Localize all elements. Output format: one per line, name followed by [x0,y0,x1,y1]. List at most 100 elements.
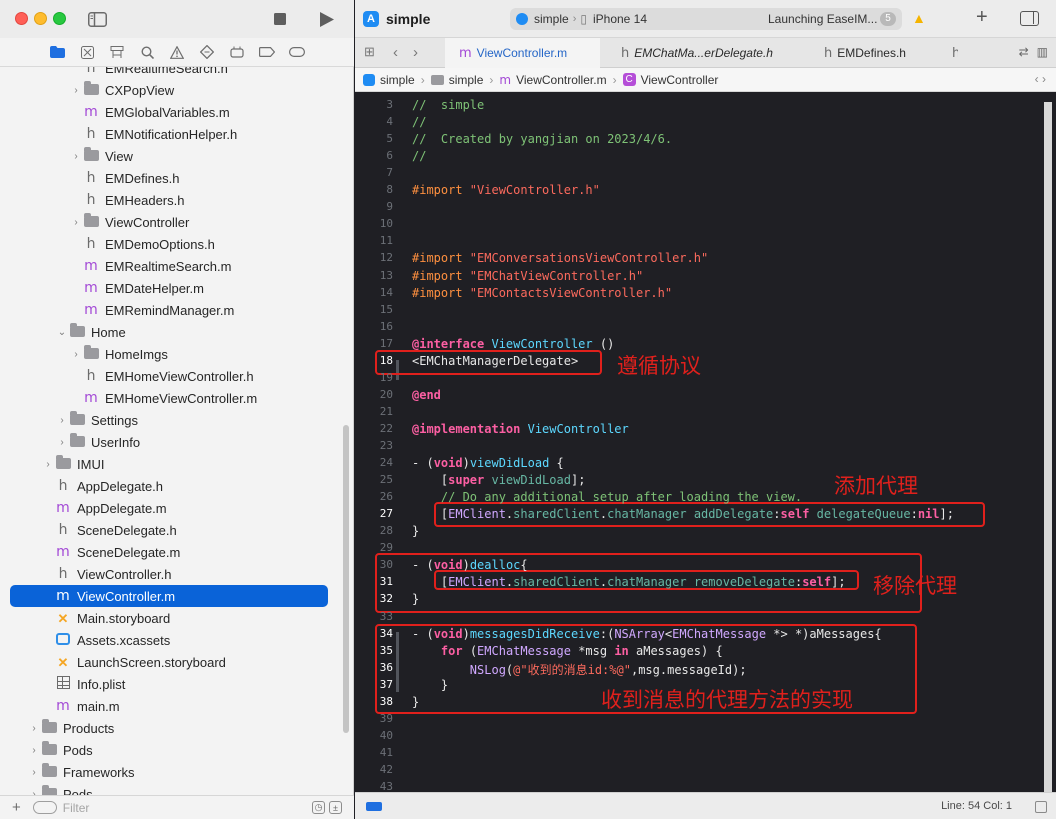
file-tree-row[interactable]: h EMNotificationHelper.h [0,123,342,145]
file-tree-row[interactable]: Assets.xcassets [0,629,342,651]
code-line[interactable]: - (void)dealloc{ [412,558,528,572]
chevron-right-icon[interactable]: › [70,217,82,228]
sidebar-toggle-icon[interactable] [86,9,108,29]
code-line[interactable]: // [412,115,426,129]
recent-files-icon[interactable]: ◷ [312,801,325,814]
file-tree-row[interactable]: › Pods [0,739,342,761]
file-tree-row[interactable]: m EMRealtimeSearch.m [0,255,342,277]
filter-options-icon[interactable] [32,801,57,814]
file-tree-row[interactable]: › View [0,145,342,167]
file-tree-row[interactable]: ✕ Main.storyboard [0,607,342,629]
code-line[interactable]: } [412,524,419,538]
scheme-and-activity-bar[interactable]: simple › ▯ iPhone 14 Launching EaseIM...… [510,8,902,30]
code-line[interactable]: } [412,678,448,692]
project-navigator-folder-icon[interactable] [49,44,65,60]
code-line[interactable]: #import "EMChatViewController.h" [412,269,643,283]
issue-navigation-arrows[interactable]: ‹ › [1035,72,1046,86]
code-line[interactable]: } [412,592,419,606]
file-tree-row[interactable]: m EMRemindManager.m [0,299,342,321]
code-line[interactable]: @implementation ViewController [412,422,629,436]
related-items-icon[interactable]: ⊞ [364,44,375,60]
layout-toggle-icon[interactable] [1035,801,1047,813]
inspector-toggle-icon[interactable] [1020,11,1039,26]
chevron-right-icon[interactable]: › [70,151,82,162]
file-tree-row[interactable]: › Pods [0,783,342,795]
file-tree-row[interactable]: › Settings [0,409,342,431]
jumpbar-symbol[interactable]: ViewController [641,73,719,87]
file-tree-row[interactable]: › CXPopView [0,79,342,101]
report-navigator-icon[interactable] [289,44,305,60]
code-line[interactable]: #import "EMContactsViewController.h" [412,286,672,300]
symbol-navigator-icon[interactable] [109,44,125,60]
zoom-window-button[interactable] [53,12,66,25]
chevron-right-icon[interactable]: › [28,767,40,778]
code-line[interactable]: // Do any additional setup after loading… [412,490,802,504]
chevron-right-icon[interactable]: › [70,349,82,360]
file-tree-row[interactable]: › Products [0,717,342,739]
split-editor-icon[interactable]: ▥ [1037,45,1048,59]
file-tree-row[interactable]: h EMDefines.h [0,167,342,189]
breakpoint-navigator-icon[interactable] [259,44,275,60]
editor-scrollbar[interactable] [1044,102,1052,792]
code-line[interactable]: // Created by yangjian on 2023/4/6. [412,132,672,146]
file-tree-row[interactable]: › Frameworks [0,761,342,783]
file-tree-row[interactable]: m ViewController.m [10,585,328,607]
file-tree-row[interactable]: m AppDelegate.m [0,497,342,519]
file-tree-row[interactable]: h ViewController.h [0,563,342,585]
minimize-window-button[interactable] [34,12,47,25]
test-navigator-icon[interactable] [199,44,215,60]
file-tree-row[interactable]: › UserInfo [0,431,342,453]
chevron-down-icon[interactable]: ⌄ [56,327,68,338]
file-tree-row[interactable]: ✕ LaunchScreen.storyboard [0,651,342,673]
file-tree-row[interactable]: m EMDateHelper.m [0,277,342,299]
stop-icon[interactable] [269,9,291,29]
debug-navigator-icon[interactable] [229,44,245,60]
file-tree-row[interactable]: Info.plist [0,673,342,695]
find-navigator-icon[interactable] [139,44,155,60]
file-tree-row[interactable]: h EMHeaders.h [0,189,342,211]
code-line[interactable]: for (EMChatMessage *msg in aMessages) { [412,644,723,658]
debug-area-toggle-icon[interactable] [366,802,382,811]
file-tree-row[interactable]: › IMUI [0,453,342,475]
chevron-right-icon[interactable]: › [56,415,68,426]
file-tree-row[interactable]: ⌄ Home [0,321,342,343]
file-tree-row[interactable]: h EMDemoOptions.h [0,233,342,255]
back-arrow-icon[interactable]: ‹ [393,44,398,61]
file-tree-row[interactable]: › ViewController [0,211,342,233]
file-tree-row[interactable]: › HomeImgs [0,343,342,365]
jumpbar-group[interactable]: simple [449,73,484,87]
code-line[interactable]: // [412,149,426,163]
code-line[interactable]: } [412,695,419,709]
file-tree-row[interactable]: m main.m [0,695,342,717]
source-control-filter-icon[interactable]: ± [329,801,342,814]
code-line[interactable]: #import "EMConversationsViewController.h… [412,251,708,265]
jumpbar-file[interactable]: ViewController.m [516,73,606,87]
code-line[interactable]: @interface ViewController () [412,337,614,351]
editor-tab[interactable]: m ViewController.m [445,38,600,68]
jumpbar-project[interactable]: simple [380,73,415,87]
warning-icon[interactable]: ▲ [912,10,926,26]
code-line[interactable]: // simple [412,98,484,112]
editor-tab[interactable]: hE [938,38,958,68]
library-plus-icon[interactable]: + [976,6,988,29]
chevron-right-icon[interactable]: › [42,459,54,470]
source-control-icon[interactable] [79,44,95,60]
code-line[interactable]: [EMClient.sharedClient.chatManager remov… [412,575,846,589]
navigator-scrollbar[interactable] [343,425,349,733]
activity-count-badge[interactable]: 5 [880,12,896,26]
add-file-icon[interactable]: + [12,799,21,816]
chevron-right-icon[interactable]: › [56,437,68,448]
editor-tab[interactable]: h EMChatMa...erDelegate.h [607,38,802,68]
filter-field[interactable]: Filter [32,801,89,815]
code-line[interactable]: [EMClient.sharedClient.chatManager addDe… [412,507,954,521]
close-window-button[interactable] [15,12,28,25]
issue-navigator-icon[interactable] [169,44,185,60]
file-tree-row[interactable]: m EMGlobalVariables.m [0,101,342,123]
editor-tab[interactable]: h EMDefines.h [810,38,930,68]
code-line[interactable]: <EMChatManagerDelegate> [412,354,578,368]
run-destination[interactable]: iPhone 14 [593,12,647,26]
code-editor[interactable]: 遵循协议 添加代理 移除代理 收到消息的代理方法的实现 3 // simple 4 /… [355,92,1045,792]
code-line[interactable]: - (void)messagesDidReceive:(NSArray<EMCh… [412,627,882,641]
file-tree-row[interactable]: m SceneDelegate.m [0,541,342,563]
file-tree-row[interactable]: h EMRealtimeSearch.h [0,67,342,79]
